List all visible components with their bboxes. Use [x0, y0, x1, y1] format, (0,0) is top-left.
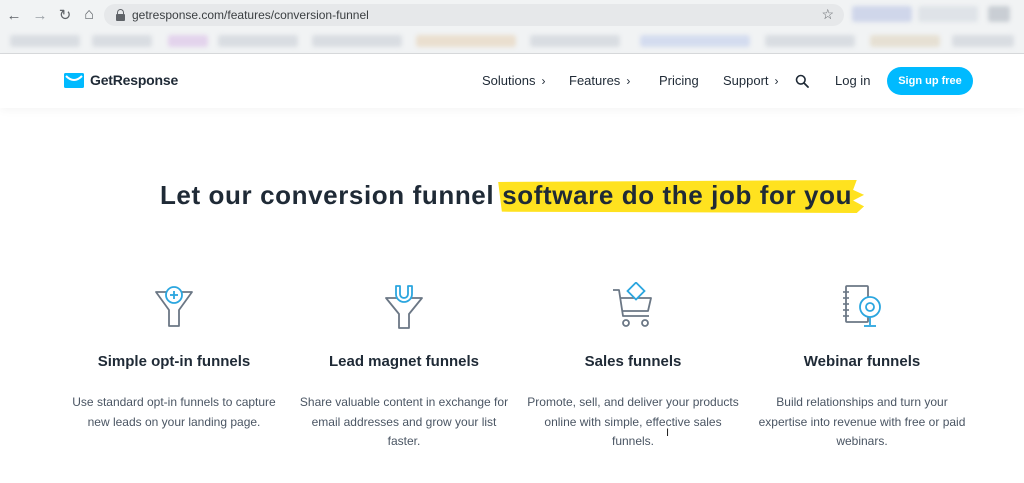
- browser-chrome: ← → ↻ ⌂ getresponse.com/features/convers…: [0, 0, 1024, 54]
- back-icon[interactable]: ←: [4, 5, 24, 25]
- funnel-magnet-icon: [385, 285, 423, 329]
- url-text: getresponse.com/features/conversion-funn…: [132, 8, 369, 22]
- nav-support[interactable]: Support ›: [723, 73, 779, 88]
- text-cursor-icon: I: [666, 427, 670, 439]
- profile-icon[interactable]: [988, 6, 1010, 22]
- home-icon[interactable]: ⌂: [79, 5, 99, 25]
- nav-features[interactable]: Features ›: [569, 73, 630, 88]
- reload-icon[interactable]: ↻: [55, 5, 75, 25]
- feature-simple-optin: Simple opt-in funnels Use standard opt-i…: [67, 282, 281, 429]
- chevron-right-icon: ›: [774, 73, 779, 88]
- headline-plain: Let our conversion funnel: [159, 180, 495, 210]
- logo-text: GetResponse: [90, 72, 179, 88]
- nav-features-label: Features: [569, 73, 621, 88]
- feature-title: Webinar funnels: [803, 353, 921, 370]
- feature-title: Sales funnels: [584, 353, 682, 370]
- feature-description: Build relationships and turn your expert…: [758, 395, 966, 448]
- page-headline: Let our conversion funnel software do the…: [0, 180, 1024, 213]
- feature-webinar: Webinar funnels Build relationships and …: [755, 282, 969, 448]
- chevron-right-icon: ›: [541, 73, 546, 88]
- feature-lead-magnet: Lead magnet funnels Share valuable conte…: [297, 282, 511, 448]
- feature-description: Use standard opt-in funnels to capture n…: [72, 395, 276, 429]
- headline-highlight: software do the job for you: [498, 180, 865, 213]
- search-icon[interactable]: [795, 74, 809, 88]
- webcam-notebook-icon: [843, 285, 881, 327]
- feature-title: Simple opt-in funnels: [97, 353, 251, 370]
- nav-support-label: Support: [723, 73, 769, 88]
- nav-solutions[interactable]: Solutions ›: [482, 73, 545, 88]
- bookmark-star-icon[interactable]: ☆: [821, 6, 834, 23]
- nav-pricing[interactable]: Pricing: [659, 73, 699, 88]
- chevron-right-icon: ›: [626, 73, 631, 88]
- feature-description: Share valuable content in exchange for e…: [299, 395, 509, 448]
- getresponse-logo[interactable]: GetResponse: [64, 72, 178, 88]
- envelope-logo-icon: [64, 72, 84, 88]
- extension-icons[interactable]: [918, 6, 978, 22]
- login-link[interactable]: Log in: [835, 73, 870, 88]
- lock-icon: [116, 9, 125, 21]
- bookmarks-bar: [0, 30, 1024, 52]
- extension-icons[interactable]: [852, 6, 912, 22]
- feature-sales: Sales funnels Promote, sell, and deliver…: [526, 282, 740, 448]
- feature-title: Lead magnet funnels: [328, 353, 480, 370]
- forward-icon[interactable]: →: [30, 5, 50, 25]
- shopping-cart-icon: [613, 282, 652, 327]
- nav-solutions-label: Solutions: [482, 73, 536, 88]
- address-bar[interactable]: getresponse.com/features/conversion-funn…: [104, 4, 844, 26]
- sign-up-button[interactable]: Sign up free: [887, 67, 973, 95]
- site-header: GetResponse Solutions › Features › Prici…: [0, 54, 1024, 108]
- funnel-plus-icon: [155, 286, 193, 327]
- feature-description: Promote, sell, and deliver your products…: [527, 395, 739, 448]
- nav-pricing-label: Pricing: [659, 73, 699, 88]
